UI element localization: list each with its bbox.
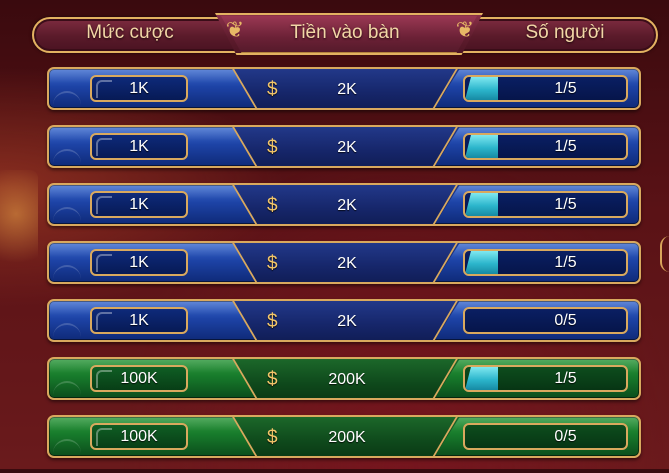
wave-ornament-icon	[53, 439, 81, 453]
room-row[interactable]: 1K $ 2K 1/5	[47, 67, 641, 110]
entry-fee-value: 2K	[337, 197, 357, 214]
gloss-icon	[96, 138, 112, 156]
room-row[interactable]: 1K $ 2K 1/5	[47, 241, 641, 284]
entry-fee-value: 2K	[337, 313, 357, 330]
bet-value: 100K	[120, 370, 158, 387]
wave-ornament-icon	[53, 265, 81, 279]
header-bet-label: Mức cược	[86, 22, 174, 43]
gold-flourish-left-icon: ❦	[225, 17, 245, 42]
wave-ornament-icon	[53, 323, 81, 337]
bet-value-box: 1K	[90, 249, 188, 276]
players-count-box: 1/5	[463, 249, 628, 276]
header-players-label: Số người	[525, 22, 605, 43]
header-entry-label: Tiền vào bàn	[290, 22, 400, 43]
bet-value-box: 1K	[90, 307, 188, 334]
players-count: 1/5	[554, 370, 577, 387]
wave-ornament-icon	[53, 91, 81, 105]
gloss-icon	[96, 428, 112, 446]
dollar-icon: $	[267, 427, 278, 448]
players-count-box: 1/5	[463, 365, 628, 392]
gloss-icon	[96, 254, 112, 272]
players-count: 1/5	[554, 254, 577, 271]
players-count: 1/5	[554, 138, 577, 155]
gold-flourish-right-icon: ❦	[455, 17, 475, 42]
bet-value: 1K	[129, 254, 149, 271]
bet-value: 1K	[129, 196, 149, 213]
players-count-box: 0/5	[463, 307, 628, 334]
gloss-icon	[96, 370, 112, 388]
players-count: 0/5	[554, 312, 577, 329]
gloss-icon	[96, 312, 112, 330]
players-count: 1/5	[554, 80, 577, 97]
entry-fee-value: 2K	[337, 255, 357, 272]
room-row[interactable]: 1K $ 2K 0/5	[47, 299, 641, 342]
players-count: 0/5	[554, 428, 577, 445]
room-row[interactable]: 100K $ 200K 1/5	[47, 357, 641, 400]
entry-fee-value: 2K	[337, 81, 357, 98]
players-progress-fill	[465, 77, 498, 100]
gloss-icon	[96, 196, 112, 214]
bet-value-box: 1K	[90, 75, 188, 102]
players-count-box: 0/5	[463, 423, 628, 450]
wave-ornament-icon	[53, 381, 81, 395]
dollar-icon: $	[267, 137, 278, 158]
dollar-icon: $	[267, 253, 278, 274]
bet-value: 100K	[120, 428, 158, 445]
players-progress-fill	[465, 251, 498, 274]
bet-value-box: 100K	[90, 365, 188, 392]
background-ornament	[0, 170, 38, 280]
players-progress-fill	[465, 135, 498, 158]
bet-value-box: 1K	[90, 133, 188, 160]
bet-value: 1K	[129, 312, 149, 329]
players-count-box: 1/5	[463, 75, 628, 102]
players-count: 1/5	[554, 196, 577, 213]
dollar-icon: $	[267, 311, 278, 332]
wave-ornament-icon	[53, 149, 81, 163]
dollar-icon: $	[267, 79, 278, 100]
players-progress-fill	[465, 193, 498, 216]
entry-fee-value: 200K	[328, 429, 366, 446]
players-count-box: 1/5	[463, 191, 628, 218]
bet-value-box: 1K	[90, 191, 188, 218]
entry-fee-value: 200K	[328, 371, 366, 388]
gloss-icon	[96, 80, 112, 98]
side-scroll-handle[interactable]	[660, 236, 669, 272]
bet-value: 1K	[129, 80, 149, 97]
entry-fee-value: 2K	[337, 139, 357, 156]
dollar-icon: $	[267, 195, 278, 216]
room-row[interactable]: 1K $ 2K 1/5	[47, 125, 641, 168]
players-progress-fill	[465, 367, 498, 390]
room-list: 1K $ 2K 1/5 1K $ 2K 1/5 1K $ 2K 1/5 1K $…	[47, 67, 641, 473]
players-count-box: 1/5	[463, 133, 628, 160]
bet-value-box: 100K	[90, 423, 188, 450]
wave-ornament-icon	[53, 207, 81, 221]
room-row[interactable]: 1K $ 2K 1/5	[47, 183, 641, 226]
dollar-icon: $	[267, 369, 278, 390]
room-row[interactable]: 100K $ 200K 0/5	[47, 415, 641, 458]
bet-value: 1K	[129, 138, 149, 155]
